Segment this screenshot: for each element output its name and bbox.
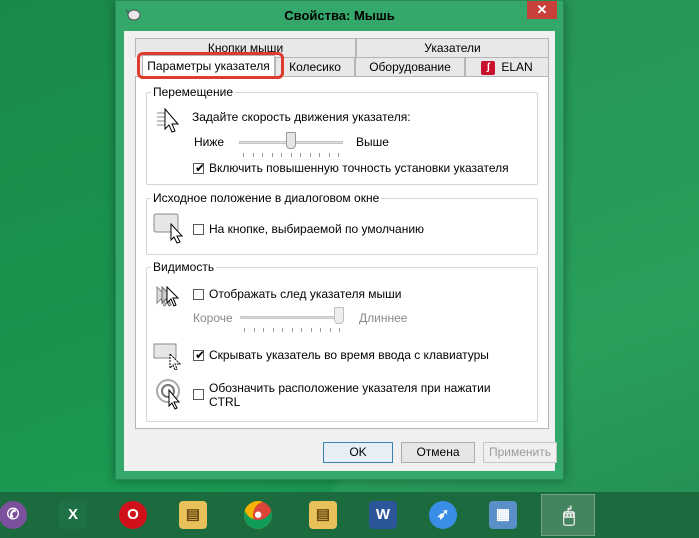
tab-elan-label: ELAN bbox=[501, 60, 533, 74]
taskbar-opera[interactable]: O bbox=[106, 494, 160, 536]
slider-tick bbox=[290, 153, 292, 157]
slider-tick bbox=[338, 153, 339, 157]
pointer-trails-checkbox[interactable] bbox=[193, 289, 204, 300]
tab-pointers[interactable]: Указатели bbox=[356, 38, 549, 57]
dialog-client-area: Кнопки мыши Указатели Колесико Оборудова… bbox=[124, 31, 557, 471]
snap-to-group: Исходное положение в диалоговом окне На … bbox=[146, 191, 538, 255]
slider-tick bbox=[243, 153, 244, 157]
motion-legend: Перемещение bbox=[151, 85, 235, 99]
motion-group: Перемещение Задайте скорость движения ук… bbox=[146, 85, 538, 185]
taskbar-viber[interactable]: ✆ bbox=[0, 494, 40, 536]
control-panel-icon: ▦ bbox=[489, 501, 517, 529]
taskbar-word[interactable]: W bbox=[356, 494, 410, 536]
taskbar-chrome[interactable]: ● bbox=[231, 494, 285, 536]
slider-tick bbox=[262, 153, 263, 157]
check-mark-icon: ✔ bbox=[195, 348, 206, 362]
speed-slider-ticks bbox=[243, 153, 339, 157]
slider-tick bbox=[263, 328, 264, 332]
check-mark-icon: ✔ bbox=[195, 161, 206, 175]
slider-tick bbox=[339, 328, 340, 332]
slider-tick bbox=[301, 328, 302, 332]
slider-tick bbox=[328, 153, 330, 157]
slider-tick bbox=[281, 153, 282, 157]
taskbar: ✆ X O ▤ ● ▤ W ➶ ▦ 🖱 bbox=[0, 492, 699, 538]
hide-pointer-typing-checkbox[interactable]: ✔ bbox=[193, 348, 206, 362]
speed-slow-label: Ниже bbox=[194, 135, 225, 149]
window-title: Свойства: Мышь bbox=[284, 8, 395, 23]
opera-icon: O bbox=[119, 501, 147, 529]
slider-tick bbox=[252, 153, 254, 157]
trails-slider-track bbox=[240, 316, 344, 319]
pointer-trails-icon bbox=[156, 285, 180, 307]
excel-icon: X bbox=[59, 501, 87, 529]
hide-pointer-typing-icon bbox=[153, 343, 182, 370]
file-explorer-icon: ▤ bbox=[309, 501, 337, 529]
snap-to-default-checkbox[interactable] bbox=[193, 224, 204, 235]
slider-tick bbox=[291, 328, 293, 332]
slider-tick bbox=[282, 328, 283, 332]
taskbar-control-panel[interactable]: ▦ bbox=[476, 494, 530, 536]
trails-slider-thumb[interactable] bbox=[334, 307, 344, 324]
word-icon: W bbox=[369, 501, 397, 529]
visibility-legend: Видимость bbox=[151, 260, 217, 274]
locate-pointer-ctrl-checkbox[interactable] bbox=[193, 389, 204, 400]
snap-to-legend: Исходное положение в диалоговом окне bbox=[151, 191, 382, 205]
tab-hardware[interactable]: Оборудование bbox=[355, 57, 465, 76]
speed-slider-thumb[interactable] bbox=[286, 132, 296, 149]
tab-elan[interactable]: ʃ ELAN bbox=[465, 57, 549, 76]
pointer-speed-icon bbox=[157, 107, 180, 133]
enhance-precision-checkbox[interactable]: ✔ bbox=[193, 161, 206, 175]
slider-tick bbox=[309, 153, 311, 157]
trails-long-label: Длиннее bbox=[359, 311, 408, 325]
ok-button[interactable]: OK bbox=[323, 442, 393, 463]
slider-tick bbox=[253, 328, 255, 332]
locate-pointer-ctrl-icon bbox=[156, 379, 181, 410]
close-button[interactable]: ✕ bbox=[527, 1, 557, 19]
apply-button[interactable]: Применить bbox=[483, 442, 557, 463]
speed-description: Задайте скорость движения указателя: bbox=[192, 110, 411, 124]
trails-slider-ticks bbox=[244, 328, 340, 332]
slider-tick bbox=[319, 153, 320, 157]
viber-icon: ✆ bbox=[0, 501, 27, 529]
tab-pointer-options[interactable]: Параметры указателя bbox=[142, 55, 275, 77]
slider-tick bbox=[310, 328, 312, 332]
visibility-group: Видимость Отображать след указателя мыши… bbox=[146, 260, 538, 422]
hide-pointer-typing-label[interactable]: Скрывать указатель во время ввода с клав… bbox=[209, 348, 489, 362]
slider-tick bbox=[244, 328, 245, 332]
mouse-properties-dialog: Свойства: Мышь ✕ Кнопки мыши Указатели К… bbox=[115, 0, 564, 480]
title-bar[interactable]: Свойства: Мышь ✕ bbox=[116, 1, 563, 31]
mouse-properties-icon: 🖱 bbox=[563, 505, 575, 527]
taskbar-excel[interactable]: X bbox=[46, 494, 100, 536]
snap-to-default-label[interactable]: На кнопке, выбираемой по умолчанию bbox=[209, 222, 424, 236]
snap-to-button-icon bbox=[153, 213, 184, 244]
taskbar-mouse-properties[interactable]: 🖱 bbox=[541, 494, 595, 536]
taskbar-file-explorer-2[interactable]: ▤ bbox=[296, 494, 350, 536]
elan-icon: ʃ bbox=[481, 60, 496, 75]
tab-wheel[interactable]: Колесико bbox=[275, 57, 355, 76]
pointer-trails-label[interactable]: Отображать след указателя мыши bbox=[209, 287, 402, 301]
file-explorer-icon: ▤ bbox=[179, 501, 207, 529]
taskbar-app-bird[interactable]: ➶ bbox=[416, 494, 470, 536]
app-bird-icon: ➶ bbox=[429, 501, 457, 529]
slider-tick bbox=[300, 153, 301, 157]
trails-short-label: Короче bbox=[193, 311, 233, 325]
slider-tick bbox=[271, 153, 273, 157]
locate-pointer-ctrl-label-line2[interactable]: CTRL bbox=[209, 395, 240, 409]
cancel-button[interactable]: Отмена bbox=[401, 442, 475, 463]
slider-tick bbox=[272, 328, 274, 332]
speed-fast-label: Выше bbox=[356, 135, 389, 149]
slider-tick bbox=[329, 328, 331, 332]
locate-pointer-ctrl-label-line1[interactable]: Обозначить расположение указателя при на… bbox=[209, 381, 491, 395]
tab-panel-pointer-options: Перемещение Задайте скорость движения ук… bbox=[135, 76, 549, 429]
slider-tick bbox=[320, 328, 321, 332]
taskbar-file-explorer[interactable]: ▤ bbox=[166, 494, 220, 536]
chrome-icon: ● bbox=[244, 501, 272, 529]
enhance-precision-label[interactable]: Включить повышенную точность установки у… bbox=[209, 161, 509, 175]
